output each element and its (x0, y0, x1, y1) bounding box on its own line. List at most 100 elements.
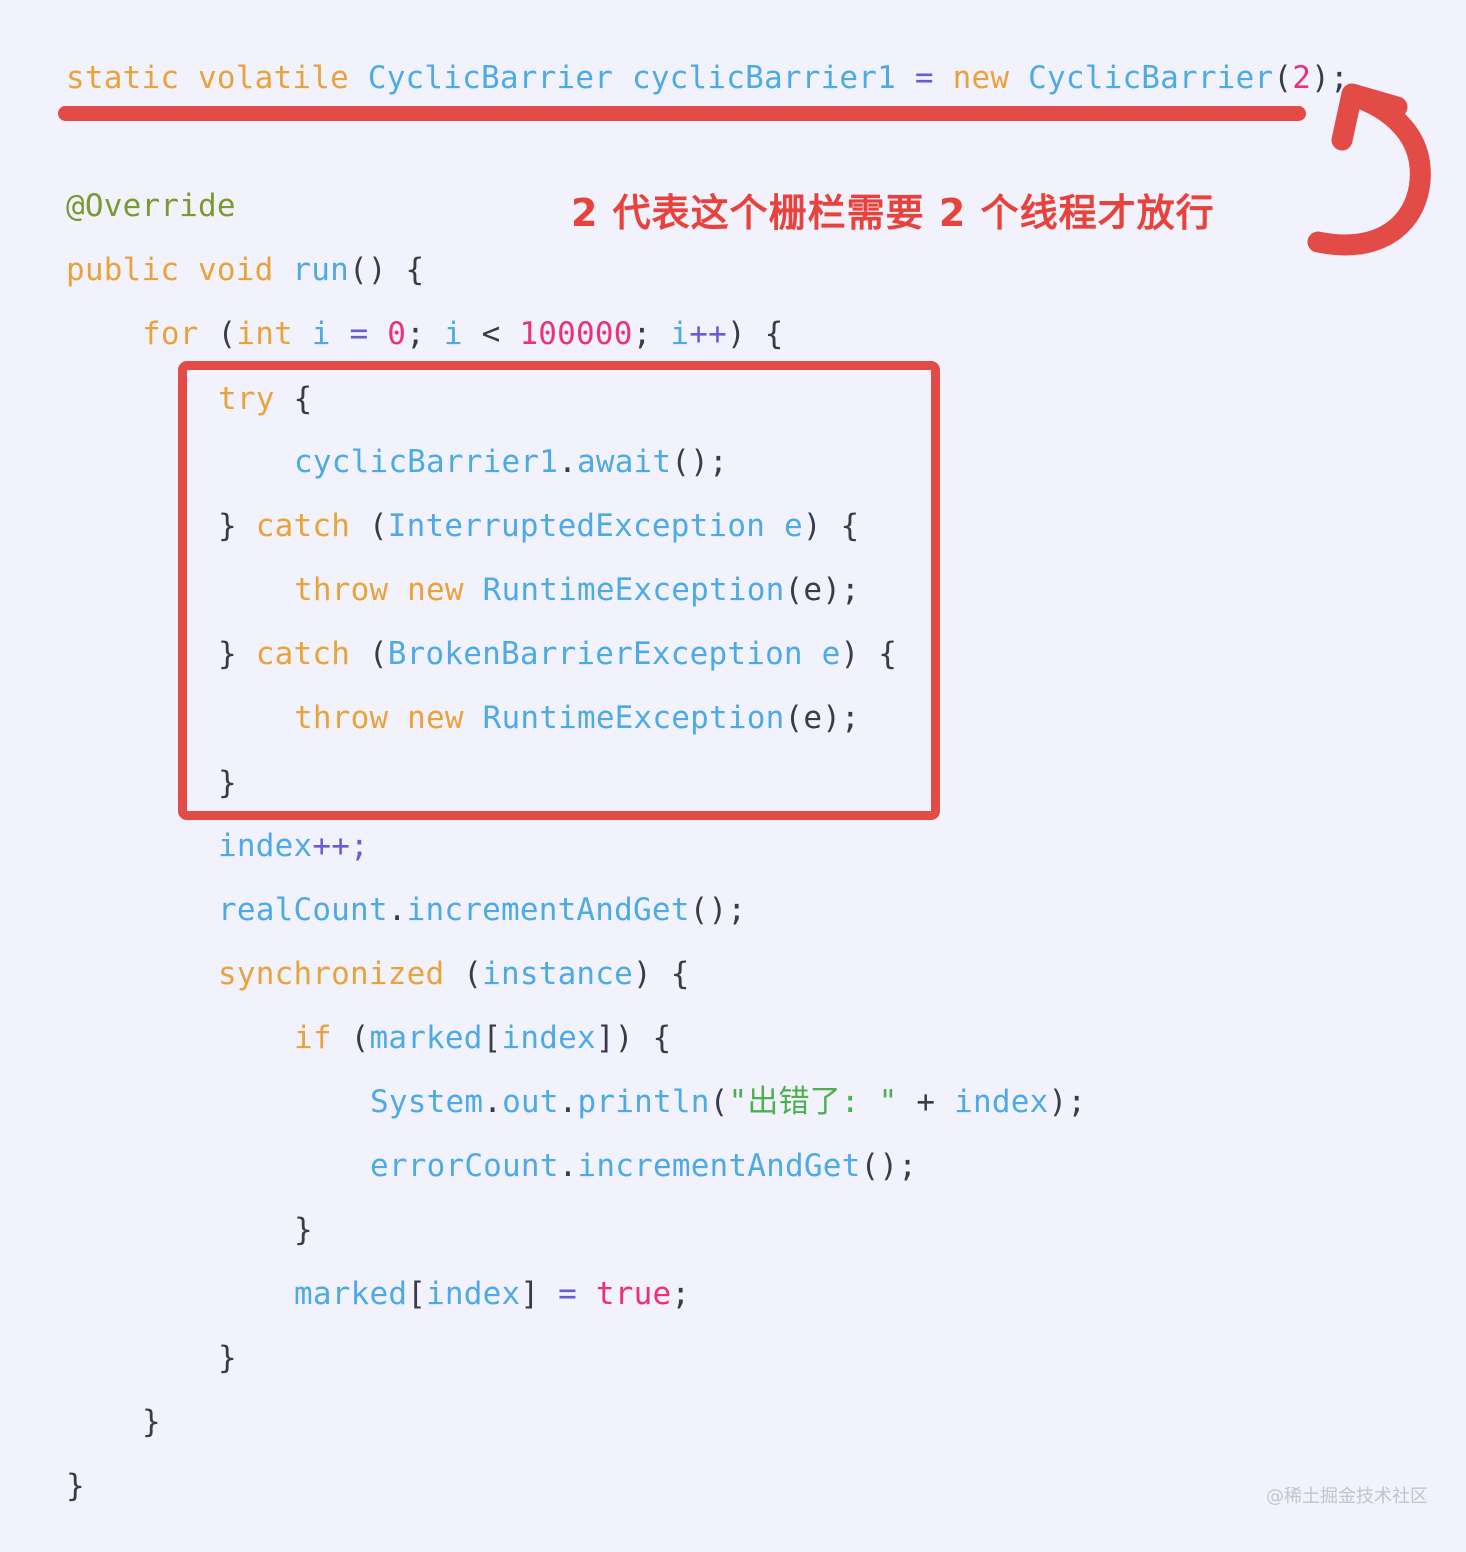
code-token: for (142, 316, 199, 352)
code-token: (); (689, 892, 747, 928)
code-token: System (370, 1084, 484, 1120)
code-token: cyclicBarrier1 (631, 60, 897, 96)
code-token: i (443, 316, 463, 352)
code-token: println (577, 1084, 710, 1120)
code-token: ; (671, 1276, 691, 1312)
code-line: System.out.println("出错了: " + index); (370, 1083, 1086, 1121)
code-token: index (426, 1276, 521, 1312)
red-highlight-box (178, 361, 940, 820)
code-line: @Override (66, 187, 236, 225)
code-token: . (483, 1084, 503, 1120)
code-token: realCount (218, 892, 388, 928)
code-token: } (66, 1468, 85, 1504)
code-token: i (670, 316, 690, 352)
code-token: ] (520, 1276, 540, 1312)
code-token: + (916, 1084, 936, 1120)
code-token: ; (632, 316, 671, 352)
code-token: . (558, 1148, 578, 1184)
code-annotation-canvas: static volatile CyclicBarrier cyclicBarr… (0, 0, 1466, 1552)
code-token: . (387, 892, 407, 928)
code-token: ( (331, 1020, 370, 1056)
code-token: index (501, 1020, 596, 1056)
code-line: public void run() { (66, 251, 424, 289)
code-token: new (952, 60, 1010, 96)
code-token: = (349, 316, 369, 352)
code-token: 100000 (519, 316, 633, 352)
code-token: if (294, 1020, 332, 1056)
code-token: marked (369, 1020, 483, 1056)
annotation-text: 2 代表这个栅栏需要 2 个线程才放行 (571, 191, 1215, 235)
code-token: } (294, 1212, 313, 1248)
code-token: instance (482, 956, 634, 992)
code-token: incrementAndGet (577, 1148, 861, 1184)
code-token: CyclicBarrier (367, 60, 614, 96)
code-token: } (218, 1340, 237, 1376)
code-token: out (502, 1084, 559, 1120)
code-token: . (558, 1084, 578, 1120)
code-token: ) { (633, 956, 690, 992)
code-token: CyclicBarrier (1028, 60, 1274, 96)
code-token: [ (407, 1276, 427, 1312)
code-token: ( (444, 956, 483, 992)
code-line: static volatile CyclicBarrier cyclicBarr… (66, 59, 1349, 97)
code-line: marked[index] = true; (294, 1275, 690, 1313)
code-token: "出错了: " (728, 1084, 898, 1120)
code-token: ++ (689, 316, 727, 352)
code-line: index++; (218, 827, 369, 865)
code-token: < (481, 316, 501, 352)
code-token: ( (198, 316, 237, 352)
code-token: incrementAndGet (406, 892, 690, 928)
code-token: int (236, 316, 293, 352)
watermark-text: @稀土掘金技术社区 (1266, 1486, 1428, 1507)
code-token: index (954, 1084, 1049, 1120)
code-token: ); (1048, 1084, 1087, 1120)
code-line: } (218, 1339, 237, 1377)
code-token: [ (482, 1020, 502, 1056)
curved-arrow-icon (1307, 83, 1431, 256)
code-line: } (294, 1211, 313, 1249)
code-line: } (66, 1467, 85, 1505)
code-token: ]) { (595, 1020, 672, 1056)
code-token: @Override (66, 188, 236, 224)
code-token: public void (66, 252, 293, 288)
code-token: static volatile (66, 60, 368, 96)
code-token: = (558, 1276, 578, 1312)
code-token: errorCount (370, 1148, 559, 1184)
code-token: ++; (312, 828, 369, 864)
code-line: if (marked[index]) { (294, 1019, 671, 1057)
code-token: } (142, 1404, 161, 1440)
code-token: synchronized (218, 956, 445, 992)
code-token: ( (709, 1084, 729, 1120)
code-token: i (311, 316, 331, 352)
code-token: marked (294, 1276, 408, 1312)
code-token: 0 (387, 316, 407, 352)
code-token: true (595, 1276, 672, 1312)
code-line: errorCount.incrementAndGet(); (370, 1147, 917, 1185)
code-line: for (int i = 0; i < 100000; i++) { (142, 315, 784, 353)
code-line: } (142, 1403, 161, 1441)
code-token: run (292, 252, 349, 288)
code-token: ; (406, 316, 444, 352)
code-line: synchronized (instance) { (218, 955, 690, 993)
code-token: = (914, 60, 934, 96)
red-underline-highlight (58, 106, 1306, 121)
code-token: () { (348, 252, 425, 288)
code-token: (); (860, 1148, 918, 1184)
code-token: ) { (726, 316, 784, 352)
code-token: ( (1273, 60, 1293, 96)
code-line: realCount.incrementAndGet(); (218, 891, 746, 929)
code-token: index (218, 828, 313, 864)
